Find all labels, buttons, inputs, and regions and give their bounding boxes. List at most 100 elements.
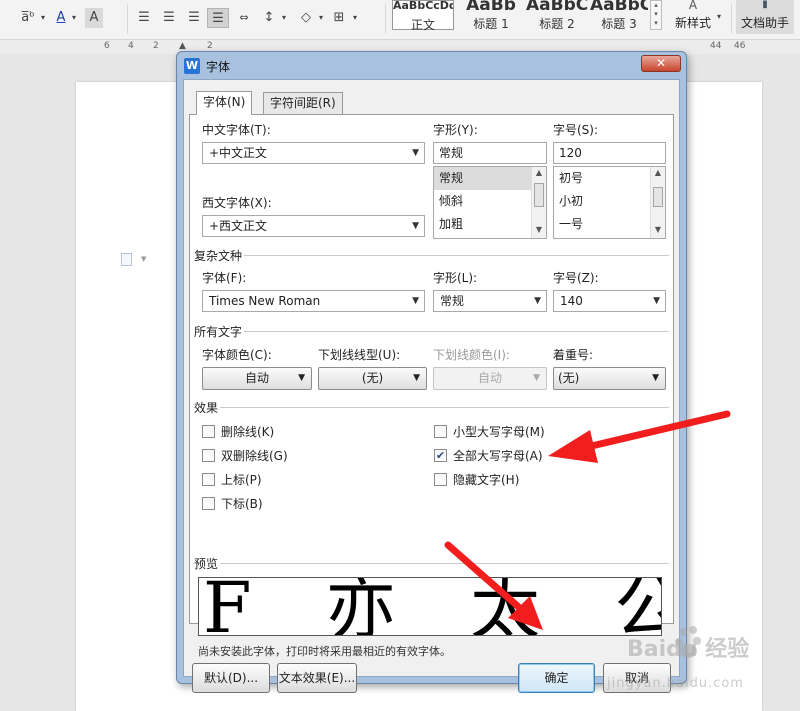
list-item[interactable]: 倾斜 bbox=[434, 190, 546, 213]
scrollbar[interactable]: ▲ ▼ bbox=[531, 167, 546, 238]
border-icon[interactable]: ⊞ bbox=[330, 8, 348, 28]
all-caps-checkbox[interactable]: ✔ 全部大写字母(A) bbox=[434, 448, 543, 464]
char-shading-icon[interactable]: A bbox=[85, 8, 103, 28]
superscript-checkbox[interactable]: 上标(P) bbox=[202, 472, 262, 488]
complex-style-combo[interactable]: 常规 ▼ bbox=[433, 290, 547, 312]
chevron-down-icon[interactable]: ▾ bbox=[279, 8, 289, 28]
divider bbox=[385, 4, 386, 34]
style-sample: AaBbC bbox=[590, 0, 648, 11]
chevron-down-icon[interactable]: ▼ bbox=[653, 291, 660, 311]
complex-size-combo[interactable]: 140 ▼ bbox=[553, 290, 666, 312]
scrollbar[interactable]: ▲ ▼ bbox=[650, 167, 665, 238]
checkbox-box[interactable] bbox=[202, 473, 215, 486]
west-font-label: 西文字体(X): bbox=[202, 196, 272, 210]
emphasis-dropdown[interactable]: (无) ▼ bbox=[553, 367, 666, 390]
justify-icon[interactable]: ☰ bbox=[207, 8, 229, 28]
chevron-down-icon[interactable]: ▾ bbox=[350, 8, 360, 28]
strikethrough-checkbox[interactable]: 删除线(K) bbox=[202, 424, 274, 440]
tab-font[interactable]: 字体(N) bbox=[196, 91, 253, 115]
scroll-up-icon[interactable]: ▲ bbox=[651, 168, 665, 180]
align-right-icon[interactable]: ☰ bbox=[185, 8, 203, 28]
checkbox-box[interactable] bbox=[202, 425, 215, 438]
style-label: 标题 2 bbox=[539, 17, 575, 31]
font-tab-panel: 中文字体(T): +中文正文 ▼ 字形(Y): 常规 常规 倾斜 加粗 ▲ ▼ … bbox=[189, 114, 674, 658]
style-sample: AaBbC bbox=[526, 0, 588, 11]
font-color-dropdown[interactable]: 自动 ▼ bbox=[202, 367, 312, 390]
underline-style-dropdown[interactable]: (无) ▼ bbox=[318, 367, 427, 390]
checkbox-box[interactable] bbox=[434, 425, 447, 438]
complex-style-label: 字形(L): bbox=[433, 271, 478, 285]
section-title: 所有文字 bbox=[194, 325, 243, 339]
list-item[interactable]: 小初 bbox=[554, 190, 665, 213]
style-heading-3[interactable]: AaBbC 标题 3 bbox=[590, 0, 648, 31]
baidu-paw-logo: Baidu 经验 bbox=[627, 626, 749, 662]
default-button[interactable]: 默认(D)... bbox=[192, 663, 270, 693]
checkbox-box[interactable] bbox=[202, 497, 215, 510]
chevron-down-icon[interactable]: ▼ bbox=[141, 255, 146, 263]
style-label: 标题 3 bbox=[601, 17, 637, 31]
style-sample: AaBbCcDd bbox=[393, 1, 453, 12]
west-font-value: +西文正文 bbox=[209, 219, 268, 233]
ok-button[interactable]: 确定 bbox=[518, 663, 595, 693]
list-item[interactable]: 加粗 bbox=[434, 213, 546, 236]
chevron-down-icon[interactable]: ▼ bbox=[412, 143, 419, 163]
chevron-down-icon[interactable]: ▼ bbox=[412, 291, 419, 311]
chevron-down-icon[interactable]: ▾ bbox=[316, 8, 326, 28]
font-size-list[interactable]: 初号 小初 一号 ▲ ▼ bbox=[553, 166, 666, 239]
doc-helper-button[interactable]: ▮ 文档助手 bbox=[736, 0, 794, 34]
scroll-down-icon[interactable]: ▼ bbox=[532, 225, 546, 237]
ruler-indent-marker[interactable]: ▲ bbox=[179, 41, 186, 51]
scroll-thumb[interactable] bbox=[653, 187, 663, 207]
underline-color-value: 自动 bbox=[477, 371, 502, 385]
chevron-down-icon[interactable]: ▾ bbox=[38, 8, 48, 28]
complex-font-combo[interactable]: Times New Roman ▼ bbox=[202, 290, 425, 312]
font-size-input[interactable]: 120 bbox=[553, 142, 666, 164]
chevron-down-icon[interactable]: ▼ bbox=[534, 291, 541, 311]
complex-style-value: 常规 bbox=[440, 294, 465, 308]
chevron-down-icon[interactable]: ▼ bbox=[412, 216, 419, 236]
west-font-combo[interactable]: +西文正文 ▼ bbox=[202, 215, 425, 237]
baidu-jingyan-watermark: Baidu 经验 jingyan.baidu.com bbox=[603, 624, 783, 702]
style-sample: AaBb bbox=[466, 0, 516, 11]
shading-bucket-icon[interactable]: ◇ bbox=[297, 8, 315, 28]
chevron-down-icon[interactable]: ▾ bbox=[717, 12, 721, 21]
scroll-thumb[interactable] bbox=[534, 183, 544, 207]
new-style-button[interactable]: A 新样式 bbox=[670, 0, 716, 32]
pinyin-guide-icon[interactable]: a̅ᵇ bbox=[18, 8, 38, 28]
close-button[interactable]: ✕ bbox=[641, 55, 681, 72]
align-left-icon[interactable]: ☰ bbox=[135, 8, 153, 28]
complex-font-value: Times New Roman bbox=[209, 294, 321, 308]
list-item[interactable]: 初号 bbox=[554, 167, 665, 190]
dialog-titlebar[interactable]: W 字体 ✕ bbox=[177, 52, 686, 80]
style-heading-2[interactable]: AaBbC 标题 2 bbox=[526, 0, 588, 31]
checkbox-box[interactable] bbox=[434, 473, 447, 486]
chevron-down-icon[interactable]: ▾ bbox=[69, 8, 79, 28]
align-center-icon[interactable]: ☰ bbox=[160, 8, 178, 28]
tab-char-spacing[interactable]: 字符间距(R) bbox=[263, 92, 343, 114]
text-effect-button[interactable]: 文本效果(E)... bbox=[277, 663, 357, 693]
font-color-icon[interactable]: A bbox=[53, 8, 69, 28]
subscript-checkbox[interactable]: 下标(B) bbox=[202, 496, 263, 512]
styles-gallery-scroll[interactable]: ▴ ▾ ▾ bbox=[650, 0, 662, 30]
complex-size-value: 140 bbox=[560, 294, 583, 308]
double-strikethrough-checkbox[interactable]: 双删除线(G) bbox=[202, 448, 288, 464]
checkbox-box[interactable] bbox=[202, 449, 215, 462]
section-title: 复杂文种 bbox=[194, 249, 243, 263]
paragraph-layout-icon[interactable] bbox=[121, 253, 132, 266]
style-heading-1[interactable]: AaBb 标题 1 bbox=[460, 0, 522, 31]
hidden-text-checkbox[interactable]: 隐藏文字(H) bbox=[434, 472, 519, 488]
font-style-list[interactable]: 常规 倾斜 加粗 ▲ ▼ bbox=[433, 166, 547, 239]
check-icon[interactable]: ✔ bbox=[434, 449, 447, 462]
line-spacing-icon[interactable]: ↕ bbox=[260, 8, 278, 28]
divider bbox=[220, 407, 669, 408]
distributed-align-icon[interactable]: ⇔ bbox=[234, 8, 254, 28]
font-style-input[interactable]: 常规 bbox=[433, 142, 547, 164]
cn-font-combo[interactable]: +中文正文 ▼ bbox=[202, 142, 425, 164]
list-item[interactable]: 一号 bbox=[554, 213, 665, 236]
style-normal[interactable]: AaBbCcDd 正文 bbox=[392, 0, 454, 32]
scroll-down-icon[interactable]: ▼ bbox=[651, 225, 665, 237]
scroll-up-icon[interactable]: ▲ bbox=[532, 168, 546, 180]
ruler-tick: 2 bbox=[207, 41, 213, 51]
small-caps-checkbox[interactable]: 小型大写字母(M) bbox=[434, 424, 545, 440]
list-item[interactable]: 常规 bbox=[434, 167, 546, 190]
